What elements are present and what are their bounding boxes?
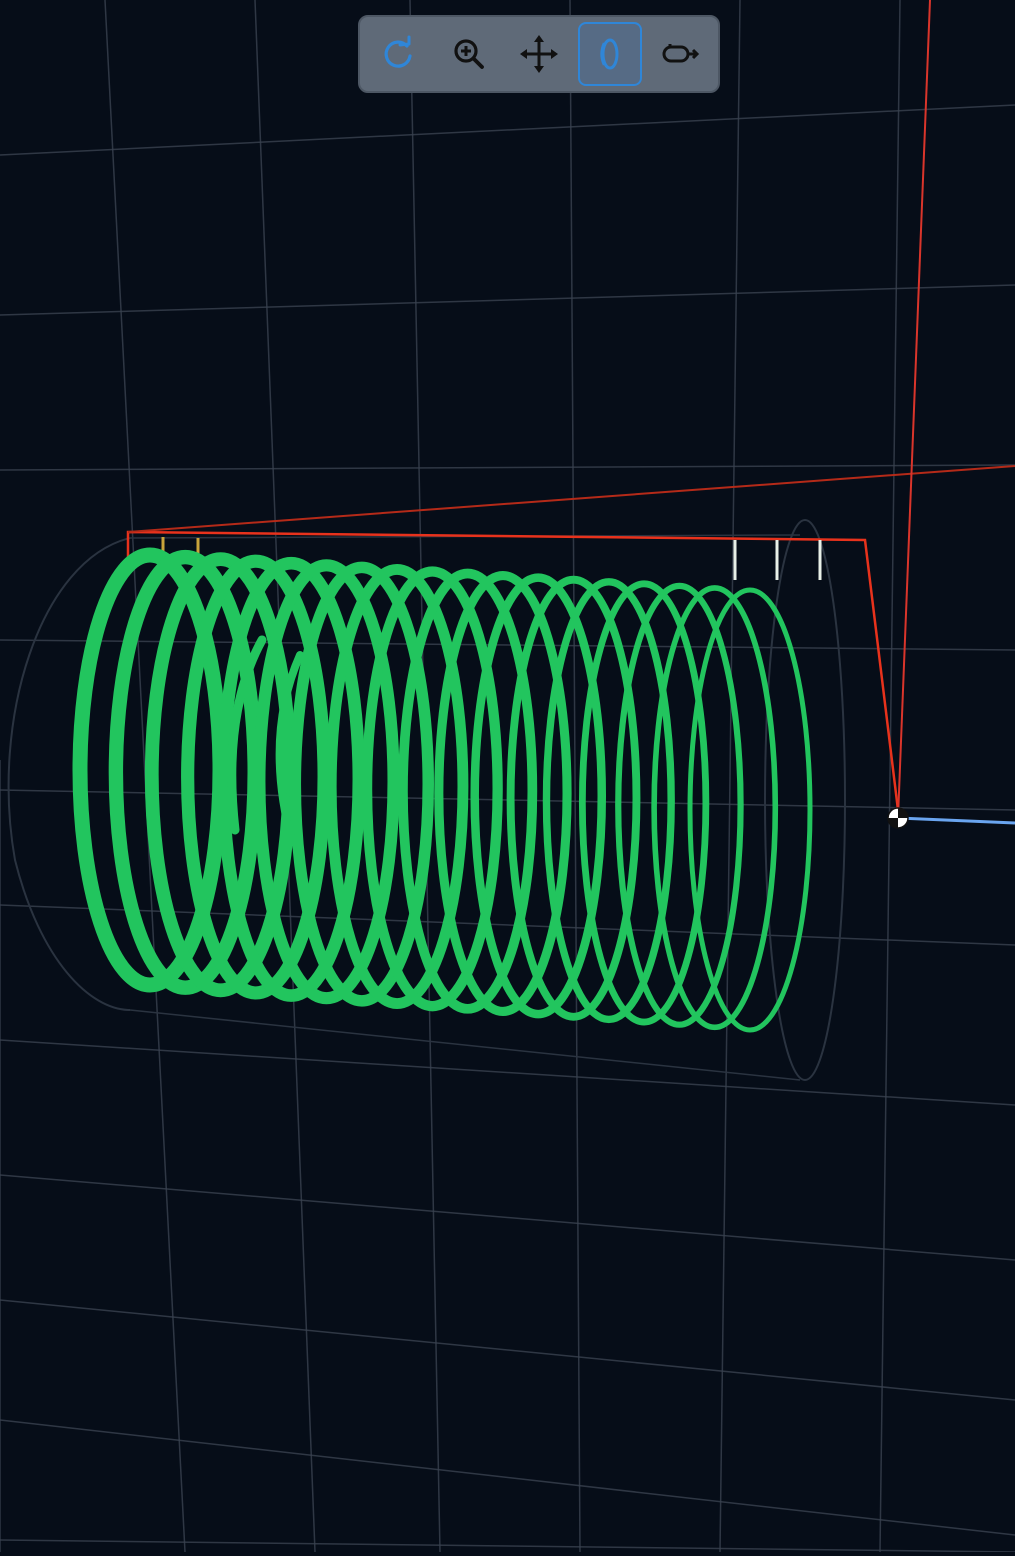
view-toolbar — [358, 15, 720, 93]
lead-wire-far — [127, 465, 1015, 533]
3d-viewport[interactable] — [0, 0, 1015, 1553]
grid-line — [0, 639, 1015, 651]
view-mode-button[interactable] — [577, 22, 642, 86]
orbit-button[interactable] — [366, 22, 430, 86]
grid-line — [0, 1539, 1015, 1553]
grid-line — [879, 0, 901, 1553]
orbit-rotate-icon — [384, 35, 412, 68]
pan-move-icon — [520, 35, 558, 73]
pan-button[interactable] — [507, 22, 571, 86]
view-mode-icon — [599, 38, 618, 70]
grid-line — [0, 1299, 1015, 1401]
zoom-button[interactable] — [437, 22, 501, 86]
horizontal-axis-line — [897, 816, 1015, 825]
fly-button[interactable] — [648, 22, 712, 86]
grid-line — [0, 104, 1015, 156]
helical-coil[interactable] — [72, 547, 813, 1033]
scene-canvas[interactable] — [0, 0, 1015, 1553]
grid-line — [0, 284, 1015, 316]
origin-marker-quadrant — [898, 808, 908, 818]
axis-lines — [887, 0, 1015, 829]
grid-line — [0, 1174, 1015, 1261]
vertical-axis-line — [897, 0, 931, 819]
fly-camera-icon — [662, 44, 700, 63]
zoom-in-icon — [453, 39, 484, 69]
grid-line — [0, 464, 1015, 471]
grid-line — [569, 0, 581, 1553]
grid-line — [0, 1419, 1015, 1536]
